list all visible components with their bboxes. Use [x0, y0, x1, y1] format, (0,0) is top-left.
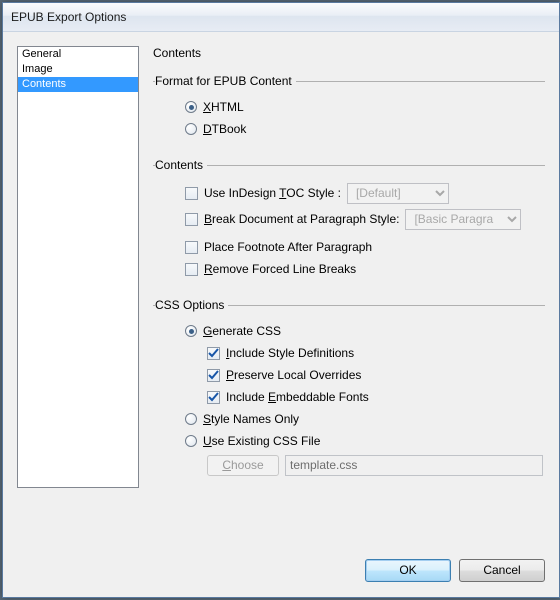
radio-label: Generate CSS [203, 324, 281, 338]
radio-label: DTBook [203, 122, 246, 136]
check-label: Include Style Definitions [226, 346, 354, 360]
radio-label: Use Existing CSS File [203, 434, 320, 448]
sidebar-item-image[interactable]: Image [18, 62, 138, 77]
radio-style-names-only[interactable]: Style Names Only [185, 412, 299, 426]
dialog-window: EPUB Export Options General Image Conten… [2, 2, 560, 598]
radio-icon [185, 325, 197, 337]
check-label: Remove Forced Line Breaks [204, 262, 356, 276]
group-css: CSS Options Generate CSS Include Style D… [153, 298, 545, 482]
sidebar: General Image Contents [17, 46, 139, 488]
check-include-fonts[interactable]: Include Embeddable Fonts [207, 390, 369, 404]
check-label: Include Embeddable Fonts [226, 390, 369, 404]
dialog-body: General Image Contents Contents Format f… [3, 32, 559, 549]
group-css-legend: CSS Options [155, 298, 228, 312]
cancel-button[interactable]: Cancel [459, 559, 545, 582]
sidebar-item-label: General [22, 48, 61, 60]
radio-generate-css[interactable]: Generate CSS [185, 324, 281, 338]
sidebar-item-label: Image [22, 63, 53, 75]
checkbox-icon [207, 369, 220, 382]
radio-icon [185, 435, 197, 447]
radio-icon [185, 101, 197, 113]
combo-break-style[interactable]: [Basic Paragra [405, 209, 521, 230]
dialog-footer: OK Cancel [3, 549, 559, 597]
page-heading: Contents [153, 46, 545, 60]
group-contents-legend: Contents [155, 158, 207, 172]
titlebar: EPUB Export Options [3, 3, 559, 32]
window-title: EPUB Export Options [11, 10, 126, 24]
check-break-doc[interactable]: Break Document at Paragraph Style: [185, 212, 399, 226]
radio-label: XHTML [203, 100, 244, 114]
checkbox-icon [185, 241, 198, 254]
check-use-toc[interactable]: Use InDesign TOC Style : [185, 186, 341, 200]
sidebar-item-label: Contents [22, 78, 66, 90]
css-path-field[interactable] [285, 455, 543, 476]
checkbox-icon [207, 347, 220, 360]
radio-use-existing-css[interactable]: Use Existing CSS File [185, 434, 320, 448]
checkbox-icon [185, 263, 198, 276]
check-label: Place Footnote After Paragraph [204, 240, 372, 254]
combo-toc-style[interactable]: [Default] [347, 183, 449, 204]
radio-xhtml[interactable]: XHTML [185, 100, 244, 114]
sidebar-item-contents[interactable]: Contents [18, 77, 138, 92]
group-format: Format for EPUB Content XHTML /*fix unde… [153, 74, 545, 144]
check-label: Preserve Local Overrides [226, 368, 361, 382]
checkbox-icon [185, 187, 198, 200]
sidebar-item-general[interactable]: General [18, 47, 138, 62]
radio-icon [185, 413, 197, 425]
radio-dtbook[interactable]: DTBook [185, 122, 246, 136]
check-footnote[interactable]: Place Footnote After Paragraph [185, 240, 372, 254]
check-remove-breaks[interactable]: Remove Forced Line Breaks [185, 262, 356, 276]
radio-label: Style Names Only [203, 412, 299, 426]
group-contents: Contents Use InDesign TOC Style : [Defau… [153, 158, 545, 284]
ok-button[interactable]: OK [365, 559, 451, 582]
group-format-legend: Format for EPUB Content [155, 74, 296, 88]
check-label: Use InDesign TOC Style : [204, 186, 341, 200]
main-panel: Contents Format for EPUB Content XHTML /… [153, 46, 545, 543]
check-include-style-defs[interactable]: Include Style Definitions [207, 346, 354, 360]
checkbox-icon [185, 213, 198, 226]
checkbox-icon [207, 391, 220, 404]
check-label: Break Document at Paragraph Style: [204, 212, 399, 226]
check-preserve-overrides[interactable]: Preserve Local Overrides [207, 368, 361, 382]
radio-icon [185, 123, 197, 135]
choose-button[interactable]: Choose [207, 455, 279, 476]
